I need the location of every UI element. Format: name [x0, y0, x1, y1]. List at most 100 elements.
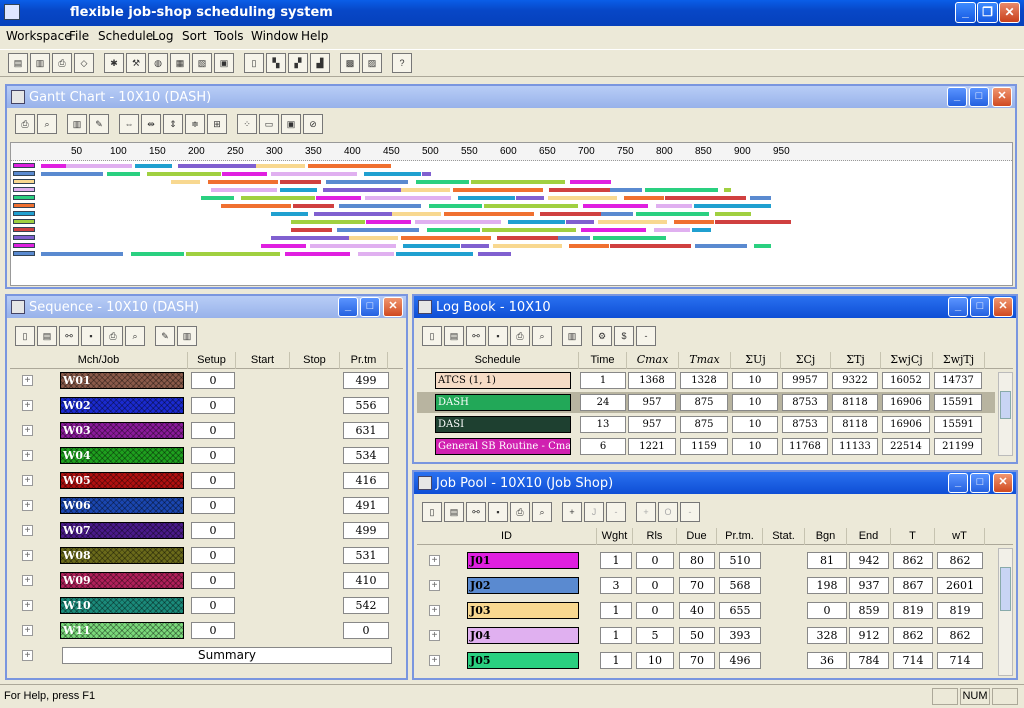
link-icon[interactable]: ⚯ [466, 326, 486, 346]
log-tmax-cell[interactable]: 875 [680, 394, 728, 411]
save-icon[interactable]: ▪ [81, 326, 101, 346]
gantt-operation-bar[interactable] [558, 236, 590, 240]
gantt-operation-bar[interactable] [323, 188, 401, 192]
gantt-operation-bar[interactable] [401, 236, 491, 240]
coin-icon[interactable]: $ [614, 326, 634, 346]
job-p-cell[interactable]: 393 [719, 627, 761, 644]
header-due[interactable]: Due [677, 528, 717, 545]
gantt-operation-bar[interactable] [337, 228, 419, 232]
gantt-operation-bar[interactable] [458, 196, 515, 200]
setup-cell[interactable]: 0 [191, 547, 235, 564]
log-t-cell[interactable]: 9322 [832, 372, 878, 389]
machine-bar[interactable]: W03 [60, 422, 184, 439]
gantt-operation-bar[interactable] [339, 204, 421, 208]
gantt-operation-bar[interactable] [415, 220, 501, 224]
setup-cell[interactable]: 0 [191, 622, 235, 639]
expand-icon[interactable]: + [429, 555, 440, 566]
print-icon[interactable]: ⎙ [510, 502, 530, 522]
sequence-close-button[interactable]: ✕ [383, 297, 403, 317]
machine-bar[interactable]: W11 [60, 622, 184, 639]
job-bar[interactable]: J01 [467, 552, 579, 569]
gantt-operation-bar[interactable] [695, 244, 747, 248]
job-d-cell[interactable]: 40 [679, 602, 715, 619]
machine-bar[interactable]: W06 [60, 497, 184, 514]
preview-icon[interactable]: ⌕ [532, 502, 552, 522]
schedule-bar[interactable]: ATCS (1, 1) [435, 372, 571, 389]
gantt-operation-bar[interactable] [280, 180, 321, 184]
header-wt[interactable]: wT [935, 528, 985, 545]
header-time[interactable]: Time [579, 352, 627, 369]
log-t-cell[interactable]: 11133 [832, 438, 878, 455]
prtm-cell[interactable]: 416 [343, 472, 389, 489]
setup-cell[interactable]: 0 [191, 372, 235, 389]
job-p-cell[interactable]: 568 [719, 577, 761, 594]
expand-icon[interactable]: + [429, 580, 440, 591]
job-icon[interactable]: J [584, 502, 604, 522]
prtm-cell[interactable]: 491 [343, 497, 389, 514]
pen-icon[interactable]: ✎ [89, 114, 109, 134]
summary-row[interactable]: Summary [62, 647, 392, 664]
log-time-cell[interactable]: 6 [580, 438, 626, 455]
setup-cell[interactable]: 0 [191, 397, 235, 414]
gantt-operation-bar[interactable] [316, 196, 361, 200]
gantt-operation-bar[interactable] [396, 252, 473, 256]
job-wt-cell[interactable]: 862 [937, 552, 983, 569]
gantt-operation-bar[interactable] [293, 204, 334, 208]
logbook-scroll-thumb[interactable] [1000, 391, 1011, 419]
job-bar[interactable]: J03 [467, 602, 579, 619]
gantt-operation-bar[interactable] [314, 212, 392, 216]
expand-icon[interactable]: + [22, 625, 33, 636]
expand-icon[interactable]: + [22, 400, 33, 411]
log-tmax-cell[interactable]: 1159 [680, 438, 728, 455]
add-job-icon[interactable]: + [562, 502, 582, 522]
setup-cell[interactable]: 0 [191, 447, 235, 464]
gantt-operation-bar[interactable] [570, 180, 611, 184]
job-p-cell[interactable]: 510 [719, 552, 761, 569]
job-w-cell[interactable]: 1 [600, 602, 632, 619]
job-t-cell[interactable]: 714 [893, 652, 933, 669]
machine-bar[interactable]: W02 [60, 397, 184, 414]
log-u-cell[interactable]: 10 [732, 394, 778, 411]
job-r-cell[interactable]: 0 [636, 577, 674, 594]
fit-all-icon[interactable]: ⊞ [207, 114, 227, 134]
gantt-operation-bar[interactable] [750, 196, 771, 200]
gantt-operation-bar[interactable] [674, 220, 714, 224]
job-bar[interactable]: J02 [467, 577, 579, 594]
close-button[interactable]: ✕ [999, 2, 1020, 23]
gantt-operation-bar[interactable] [41, 172, 103, 176]
operation-icon[interactable]: O [658, 502, 678, 522]
calendar-icon[interactable]: ▣ [281, 114, 301, 134]
prtm-cell[interactable]: 531 [343, 547, 389, 564]
window-icon[interactable]: ▯ [244, 53, 264, 73]
gantt-operation-bar[interactable] [508, 220, 565, 224]
job-w-cell[interactable]: 3 [600, 577, 632, 594]
gantt-operation-bar[interactable] [171, 180, 200, 184]
gantt-operation-bar[interactable] [147, 172, 221, 176]
header-t[interactable]: T [891, 528, 935, 545]
gantt-maximize-button[interactable]: □ [969, 87, 989, 107]
gantt-operation-bar[interactable] [624, 196, 664, 200]
log-time-cell[interactable]: 13 [580, 416, 626, 433]
gear-icon[interactable]: ⚙ [592, 326, 612, 346]
gantt-operation-bar[interactable] [291, 228, 332, 232]
open-icon[interactable]: ▤ [8, 53, 28, 73]
log-cmax-cell[interactable]: 1221 [628, 438, 676, 455]
gantt-operation-bar[interactable] [392, 212, 441, 216]
header-schedule[interactable]: Schedule [417, 352, 579, 369]
log-wc-cell[interactable]: 16906 [882, 416, 930, 433]
header-stop[interactable]: Stop [290, 352, 340, 369]
gantt-operation-bar[interactable] [478, 252, 511, 256]
expand-icon[interactable]: + [22, 450, 33, 461]
log-c-cell[interactable]: 8753 [782, 416, 828, 433]
machine-bar[interactable]: W07 [60, 522, 184, 539]
header-sum-t[interactable]: ΣTj [831, 352, 881, 369]
gantt-operation-bar[interactable] [692, 228, 711, 232]
gantt-operation-bar[interactable] [208, 180, 278, 184]
log-tmax-cell[interactable]: 875 [680, 416, 728, 433]
setup-cell[interactable]: 0 [191, 472, 235, 489]
keyboard-icon[interactable]: ▭ [259, 114, 279, 134]
new-icon[interactable]: ▯ [422, 502, 442, 522]
logbook-close-button[interactable]: ✕ [993, 297, 1013, 317]
log-time-cell[interactable]: 24 [580, 394, 626, 411]
log-t-cell[interactable]: 8118 [832, 416, 878, 433]
